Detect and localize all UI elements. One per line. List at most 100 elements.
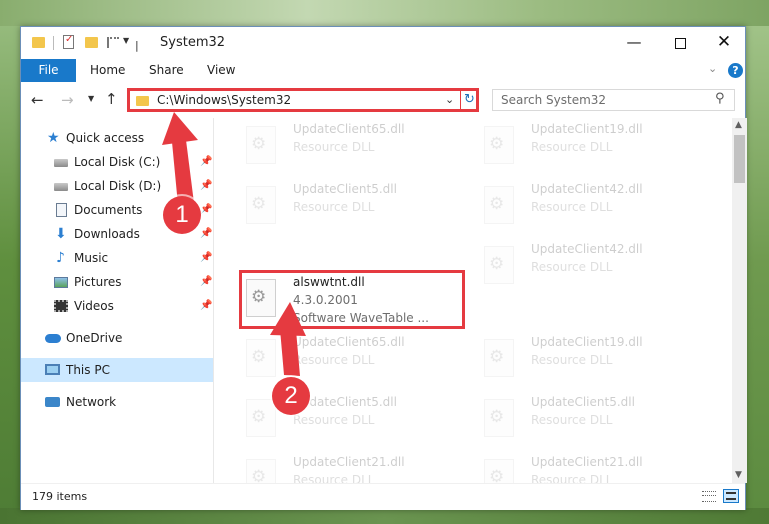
dll-file-icon: ⚙ bbox=[246, 126, 276, 164]
star-icon: ★ bbox=[47, 130, 60, 146]
sidebar-item-quick-access[interactable]: ★ Quick access bbox=[21, 126, 213, 150]
file-tile[interactable]: ⚙ UpdateClient19.dll Resource DLL bbox=[478, 333, 698, 389]
search-box[interactable]: Search System32 ⚲ bbox=[492, 89, 735, 111]
sidebar-item-label: OneDrive bbox=[66, 331, 123, 345]
window-title: System32 bbox=[160, 35, 226, 50]
sidebar-item-local-disk-c[interactable]: Local Disk (C:) 📌 bbox=[21, 150, 213, 174]
pin-icon[interactable]: 📌 bbox=[200, 150, 212, 174]
file-tile[interactable]: ⚙ UpdateClient21.dll Resource DLL bbox=[240, 453, 460, 483]
desktop-background-left bbox=[0, 0, 20, 524]
file-tile[interactable]: ⚙ UpdateClient21.dll Resource DLL bbox=[478, 453, 698, 483]
file-tile[interactable]: ⚙ UpdateClient65.dll Resource DLL bbox=[240, 333, 460, 389]
item-count: 179 items bbox=[32, 490, 88, 503]
file-name: UpdateClient21.dll bbox=[531, 455, 643, 469]
desktop-background-top bbox=[0, 0, 769, 26]
file-type: Resource DLL bbox=[531, 200, 613, 214]
address-bar[interactable]: C:\Windows\System32 ⌄ ↻ bbox=[127, 88, 479, 112]
document-icon bbox=[56, 203, 67, 217]
pin-icon[interactable]: 📌 bbox=[200, 198, 212, 222]
chevron-down-icon[interactable]: ⌄ bbox=[445, 93, 454, 106]
sidebar-item-label: Local Disk (C:) bbox=[74, 155, 161, 169]
vertical-scrollbar[interactable]: ▲ ▼ bbox=[732, 118, 747, 483]
navigation-pane: ★ Quick access Local Disk (C:) 📌 Local D… bbox=[21, 118, 214, 483]
file-name: UpdateClient42.dll bbox=[531, 242, 643, 256]
address-separator bbox=[460, 91, 461, 109]
folder-icon bbox=[32, 37, 45, 48]
expand-ribbon-icon[interactable]: ⌄ bbox=[708, 62, 717, 75]
pin-icon[interactable]: 📌 bbox=[200, 294, 212, 318]
status-bar: 179 items bbox=[21, 483, 745, 510]
search-input[interactable]: Search System32 bbox=[501, 93, 606, 107]
disk-icon bbox=[54, 183, 68, 191]
sidebar-item-videos[interactable]: Videos 📌 bbox=[21, 294, 213, 318]
pin-icon[interactable]: 📌 bbox=[200, 270, 212, 294]
up-arrow-icon[interactable]: ↑ bbox=[105, 90, 118, 108]
forward-arrow-icon[interactable]: → bbox=[61, 91, 74, 109]
pin-icon[interactable]: 📌 bbox=[200, 246, 212, 270]
close-button[interactable]: ✕ bbox=[701, 27, 747, 59]
tab-view[interactable]: View bbox=[207, 59, 235, 82]
sidebar-item-label: Videos bbox=[74, 299, 114, 313]
file-name: UpdateClient5.dll bbox=[531, 395, 635, 409]
pictures-icon bbox=[54, 277, 68, 288]
sidebar-item-label: Music bbox=[74, 251, 109, 265]
maximize-icon bbox=[674, 38, 686, 49]
sidebar-item-pictures[interactable]: Pictures 📌 bbox=[21, 270, 213, 294]
video-icon bbox=[54, 300, 68, 312]
properties-icon[interactable] bbox=[63, 34, 74, 49]
file-tile[interactable]: ⚙ UpdateClient5.dll Resource DLL bbox=[240, 180, 460, 236]
quick-access-dropdown-icon[interactable]: ▼ bbox=[123, 36, 129, 45]
recent-locations-dropdown-icon[interactable]: ▼ bbox=[88, 94, 94, 103]
pin-icon[interactable]: 📌 bbox=[200, 174, 212, 198]
address-path[interactable]: C:\Windows\System32 bbox=[157, 93, 291, 107]
scroll-down-icon[interactable]: ▼ bbox=[735, 470, 742, 480]
help-icon[interactable]: ? bbox=[728, 63, 743, 78]
tab-share[interactable]: Share bbox=[149, 59, 184, 82]
file-tile[interactable]: ⚙ UpdateClient42.dll Resource DLL bbox=[478, 240, 698, 296]
file-name: UpdateClient42.dll bbox=[531, 182, 643, 196]
file-tile[interactable]: ⚙ UpdateClient65.dll Resource DLL bbox=[240, 120, 460, 176]
sidebar-item-label: Pictures bbox=[74, 275, 122, 289]
file-type: Resource DLL bbox=[293, 413, 375, 427]
step-1-callout: 1 bbox=[163, 196, 201, 234]
search-icon[interactable]: ⚲ bbox=[715, 91, 725, 106]
dll-file-icon: ⚙ bbox=[484, 246, 514, 284]
file-name: UpdateClient65.dll bbox=[293, 122, 405, 136]
view-options-icon[interactable] bbox=[107, 37, 119, 48]
navigation-bar: ← → ▼ ↑ C:\Windows\System32 ⌄ ↻ Search S… bbox=[21, 82, 745, 118]
sidebar-item-music[interactable]: ♪ Music 📌 bbox=[21, 246, 213, 270]
dll-file-icon: ⚙ bbox=[484, 126, 514, 164]
tab-file[interactable]: File bbox=[21, 59, 76, 82]
maximize-button[interactable] bbox=[657, 27, 703, 59]
cloud-icon bbox=[45, 334, 61, 343]
file-type: Resource DLL bbox=[531, 353, 613, 367]
ribbon-tabs: File Home Share View ⌄ ? bbox=[21, 59, 745, 82]
tab-home[interactable]: Home bbox=[90, 59, 125, 82]
file-name: UpdateClient5.dll bbox=[293, 182, 397, 196]
sidebar-item-this-pc[interactable]: This PC bbox=[21, 358, 213, 382]
large-icons-view-icon[interactable] bbox=[723, 489, 739, 503]
sidebar-item-label: Documents bbox=[74, 203, 143, 217]
dll-file-icon: ⚙ bbox=[246, 339, 276, 377]
scrollbar-thumb[interactable] bbox=[734, 135, 745, 183]
refresh-icon[interactable]: ↻ bbox=[464, 92, 475, 107]
scroll-up-icon[interactable]: ▲ bbox=[735, 120, 742, 130]
file-tile[interactable]: ⚙ UpdateClient42.dll Resource DLL bbox=[478, 180, 698, 236]
file-type: Resource DLL bbox=[531, 413, 613, 427]
back-arrow-icon[interactable]: ← bbox=[31, 91, 44, 109]
file-type: Resource DLL bbox=[531, 260, 613, 274]
file-tile[interactable]: ⚙ UpdateClient19.dll Resource DLL bbox=[478, 120, 698, 176]
sidebar-item-onedrive[interactable]: OneDrive bbox=[21, 326, 213, 350]
pin-icon[interactable]: 📌 bbox=[200, 222, 212, 246]
file-tile[interactable]: ⚙ UpdateClient5.dll Resource DLL bbox=[478, 393, 698, 449]
file-explorer-window: ▼ | System32 — ✕ File Home Share View ⌄ … bbox=[20, 26, 747, 510]
sidebar-item-local-disk-d[interactable]: Local Disk (D:) 📌 bbox=[21, 174, 213, 198]
file-type: Resource DLL bbox=[293, 353, 375, 367]
minimize-button[interactable]: — bbox=[611, 27, 657, 59]
new-folder-icon[interactable] bbox=[85, 37, 98, 48]
file-type: Resource DLL bbox=[293, 473, 375, 483]
file-name: UpdateClient65.dll bbox=[293, 335, 405, 349]
desktop-background-bottom bbox=[0, 508, 769, 524]
sidebar-item-network[interactable]: Network bbox=[21, 390, 213, 414]
details-view-icon[interactable] bbox=[702, 491, 716, 502]
